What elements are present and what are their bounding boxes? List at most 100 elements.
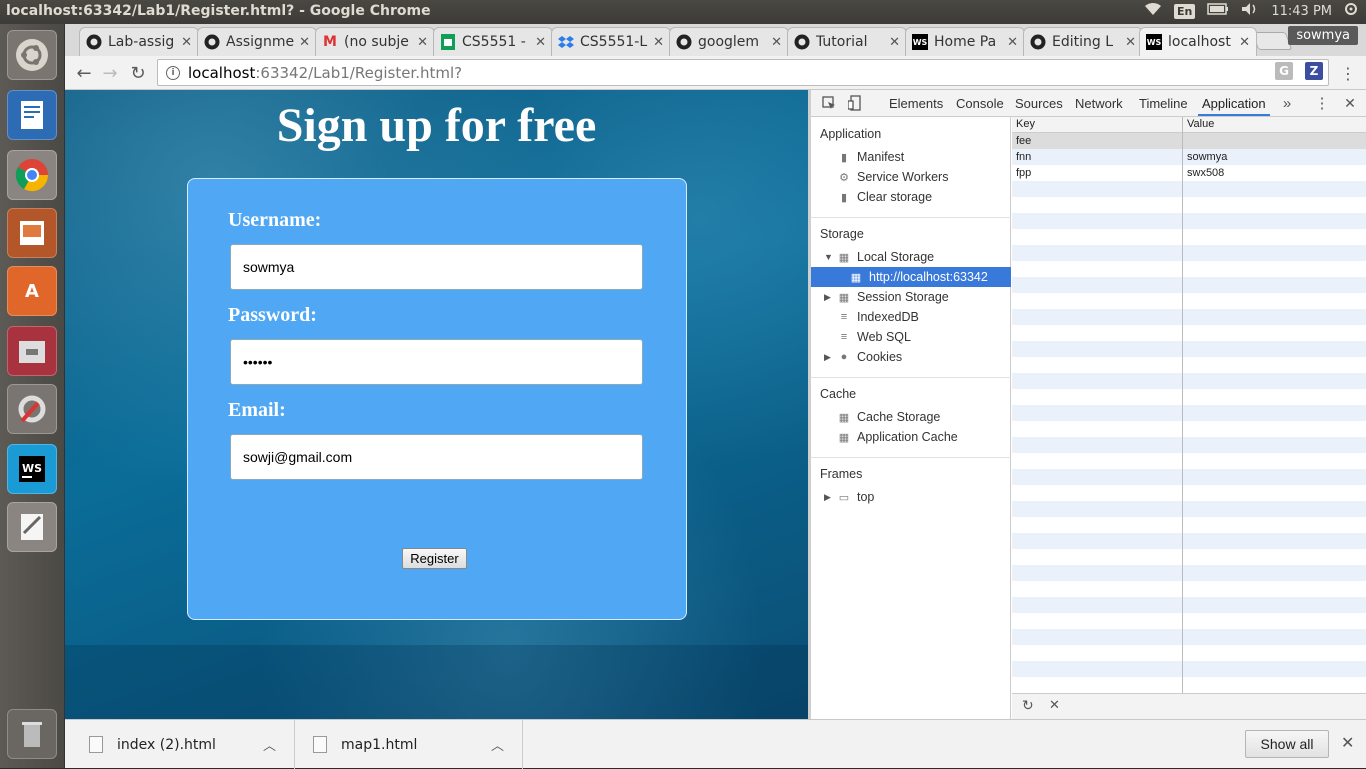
empty-table-row <box>1012 261 1366 277</box>
tab-close-icon[interactable]: ✕ <box>653 35 664 50</box>
page-info-icon[interactable]: i <box>166 65 180 80</box>
browser-tab[interactable]: WS Home Pa ✕ <box>905 27 1025 56</box>
email-input[interactable]: sowji@gmail.com <box>230 434 643 480</box>
devtools-tab-console[interactable]: Console <box>956 96 1004 111</box>
chrome-menu-icon[interactable]: ⋮ <box>1337 62 1359 84</box>
chevron-up-icon[interactable]: ︿ <box>491 735 504 754</box>
table-row[interactable]: fnn sowmya <box>1012 149 1366 165</box>
expanded-triangle-icon[interactable]: ▼ <box>824 252 833 262</box>
battery-icon[interactable] <box>1207 3 1229 19</box>
text-editor-icon[interactable] <box>7 502 57 552</box>
tab-close-icon[interactable]: ✕ <box>181 35 192 50</box>
devtools-menu-icon[interactable]: ⋮ <box>1314 95 1330 112</box>
register-button[interactable]: Register <box>402 548 467 569</box>
devtools-tab-network[interactable]: Network <box>1075 96 1123 111</box>
reload-icon[interactable]: ↻ <box>127 62 149 84</box>
show-all-button[interactable]: Show all <box>1245 730 1329 758</box>
delete-icon[interactable]: ✕ <box>1049 698 1060 713</box>
column-header-key[interactable]: Key <box>1016 118 1035 130</box>
keyboard-layout-indicator[interactable]: En <box>1173 3 1196 19</box>
tab-close-icon[interactable]: ✕ <box>889 35 900 50</box>
browser-tab[interactable]: Tutorial ✕ <box>787 27 907 56</box>
sidebar-item-application-cache[interactable]: ▦ Application Cache <box>837 427 1011 447</box>
devtools-close-icon[interactable]: ✕ <box>1342 95 1358 111</box>
libreoffice-impress-icon[interactable] <box>7 208 57 258</box>
tab-close-icon[interactable]: ✕ <box>535 35 546 50</box>
collapsed-triangle-icon[interactable]: ▶ <box>824 352 831 363</box>
sidebar-item-cache-storage[interactable]: ▦ Cache Storage <box>837 407 1011 427</box>
tab-close-icon[interactable]: ✕ <box>771 35 782 50</box>
devtools-tab-sources[interactable]: Sources <box>1015 96 1063 111</box>
forward-arrow-icon[interactable]: → <box>99 62 121 84</box>
sidebar-item-clear-storage[interactable]: ▮ Clear storage <box>837 187 1011 207</box>
collapsed-triangle-icon[interactable]: ▶ <box>824 492 831 503</box>
empty-table-row <box>1012 405 1366 421</box>
software-center-icon[interactable]: A <box>7 266 57 316</box>
profile-button[interactable]: sowmya <box>1288 26 1358 45</box>
table-row[interactable]: fpp swx508 <box>1012 165 1366 181</box>
system-indicators: En 11:43 PM <box>1144 2 1358 20</box>
sidebar-item-service-workers[interactable]: ⚙ Service Workers <box>837 167 1011 187</box>
sidebar-item-local-storage[interactable]: ▦ Local Storage <box>837 247 1011 267</box>
sidebar-item-manifest[interactable]: ▮ Manifest <box>837 147 1011 167</box>
devtools-tab-application[interactable]: Application <box>1198 96 1270 116</box>
row-key: fpp <box>1016 167 1032 179</box>
devtools-tab-timeline[interactable]: Timeline <box>1139 96 1188 111</box>
ubuntu-dash-icon[interactable] <box>7 30 57 80</box>
sidebar-item-session-storage[interactable]: ▦ Session Storage <box>837 287 1011 307</box>
tab-close-icon[interactable]: ✕ <box>1239 35 1250 50</box>
sidebar-item-websql[interactable]: ≡ Web SQL <box>837 327 1011 347</box>
sidebar-section-frames: Frames <box>820 467 863 481</box>
sidebar-item-cookies[interactable]: ● Cookies <box>837 347 1011 367</box>
zotero-extension-icon[interactable]: Z <box>1305 62 1323 80</box>
wifi-icon[interactable] <box>1144 2 1162 20</box>
sidebar-item-top-frame[interactable]: ▭ top <box>837 487 1011 507</box>
device-toolbar-icon[interactable] <box>847 95 863 111</box>
empty-table-row <box>1012 229 1366 245</box>
browser-tab-active[interactable]: WS localhost ✕ <box>1139 27 1257 56</box>
more-tabs-icon[interactable]: » <box>1279 95 1295 112</box>
browser-tab[interactable]: Lab-assig ✕ <box>79 27 199 56</box>
tab-close-icon[interactable]: ✕ <box>1007 35 1018 50</box>
table-row[interactable]: fee <box>1012 133 1366 149</box>
browser-tab[interactable]: CS5551-L ✕ <box>551 27 671 56</box>
browser-tab[interactable]: googlem ✕ <box>669 27 789 56</box>
back-arrow-icon[interactable]: ← <box>73 62 95 84</box>
new-tab-button[interactable] <box>1251 32 1293 50</box>
sidebar-item-local-storage-origin[interactable]: ▦ http://localhost:63342 <box>811 267 1011 287</box>
address-bar[interactable]: i localhost:63342/Lab1/Register.html? ☆ <box>157 59 1329 86</box>
refresh-icon[interactable]: ↻ <box>1022 698 1034 714</box>
download-item[interactable]: map1.html ︿ <box>295 720 523 769</box>
system-settings-icon[interactable] <box>7 384 57 434</box>
empty-table-row <box>1012 645 1366 661</box>
libreoffice-writer-icon[interactable] <box>7 90 57 140</box>
chevron-up-icon[interactable]: ︿ <box>263 735 276 754</box>
power-gear-icon[interactable] <box>1344 2 1358 20</box>
download-item[interactable]: index (2).html ︿ <box>65 720 295 769</box>
sidebar-item-indexeddb[interactable]: ≡ IndexedDB <box>837 307 1011 327</box>
browser-tab[interactable]: Assignme ✕ <box>197 27 317 56</box>
webstorm-icon[interactable]: WS <box>7 444 57 494</box>
trash-icon[interactable] <box>7 709 57 759</box>
inspect-element-icon[interactable] <box>821 95 837 111</box>
files-icon[interactable] <box>7 326 57 376</box>
volume-icon[interactable] <box>1241 2 1259 20</box>
devtools-tab-elements[interactable]: Elements <box>889 96 943 111</box>
row-value: sowmya <box>1187 151 1228 163</box>
browser-tab[interactable]: CS5551 - ✕ <box>433 27 553 56</box>
collapsed-triangle-icon[interactable]: ▶ <box>824 292 831 303</box>
tab-close-icon[interactable]: ✕ <box>299 35 310 50</box>
grammarly-extension-icon[interactable]: G <box>1275 62 1293 80</box>
password-input[interactable]: •••••• <box>230 339 643 385</box>
browser-tab[interactable]: M (no subje ✕ <box>315 27 435 56</box>
column-header-value[interactable]: Value <box>1187 118 1214 130</box>
sheets-icon <box>440 34 456 50</box>
chrome-icon[interactable] <box>7 150 57 200</box>
empty-table-row <box>1012 661 1366 677</box>
tab-close-icon[interactable]: ✕ <box>1125 35 1136 50</box>
clock[interactable]: 11:43 PM <box>1271 4 1332 19</box>
close-downloads-icon[interactable]: ✕ <box>1341 733 1354 752</box>
username-input[interactable]: sowmya <box>230 244 643 290</box>
browser-tab[interactable]: Editing L ✕ <box>1023 27 1143 56</box>
tab-close-icon[interactable]: ✕ <box>417 35 428 50</box>
